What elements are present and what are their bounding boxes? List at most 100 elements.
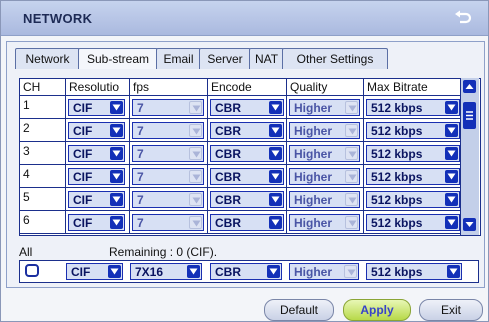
tab-sub-stream[interactable]: Sub-stream [78,48,158,69]
bitrate-select[interactable]: 512 kbps [366,214,460,231]
all-quality-value: Higher [294,265,333,279]
quality-select[interactable]: Higher [289,214,360,231]
chevron-down-icon [269,193,282,206]
tab-other-settings[interactable]: Other Settings [282,48,388,69]
chevron-down-icon [108,265,121,278]
quality-select[interactable]: Higher [289,145,360,162]
encode-select[interactable]: CBR [210,214,284,231]
encode-select[interactable]: CBR [210,99,284,116]
encode-value: CBR [215,101,241,115]
tab-email[interactable]: Email [156,48,201,69]
bitrate-value: 512 kbps [371,216,423,230]
exit-button[interactable]: Exit [419,299,483,321]
tab-network[interactable]: Network [15,48,80,69]
channel-number: 3 [23,144,30,158]
scroll-thumb[interactable] [463,102,476,129]
bitrate-select[interactable]: 512 kbps [366,191,460,208]
resolution-select[interactable]: CIF [68,122,125,139]
table-scrollbar[interactable] [460,78,479,235]
quality-select[interactable]: Higher [289,99,360,116]
scroll-up-icon[interactable] [463,80,476,93]
chevron-down-icon [110,124,123,137]
all-fps-value: 7X16 [135,265,164,279]
bitrate-select[interactable]: 512 kbps [366,122,460,139]
resolution-value: CIF [73,193,93,207]
encode-select[interactable]: CBR [210,145,284,162]
all-resolution-value: CIF [71,265,91,279]
fps-select[interactable]: 7 [132,99,204,116]
table-cell: 6 [20,211,66,234]
chevron-down-icon [189,170,202,183]
chevron-down-icon [269,124,282,137]
quality-value: Higher [294,124,333,138]
channel-number: 5 [23,190,30,204]
fps-value: 7 [137,101,144,115]
column-header-fps: fps [130,79,208,96]
encode-value: CBR [215,124,241,138]
chevron-down-icon [110,216,123,229]
bitrate-select[interactable]: 512 kbps [366,99,460,116]
fps-select[interactable]: 7 [132,191,204,208]
chevron-down-icon [189,124,202,137]
resolution-select[interactable]: CIF [68,214,125,231]
fps-select[interactable]: 7 [132,214,204,231]
window-title: NETWORK [23,11,93,26]
resolution-select[interactable]: CIF [68,168,125,185]
chevron-down-icon [187,265,200,278]
chevron-down-icon [345,193,358,206]
scroll-down-icon[interactable] [463,218,476,231]
quality-select[interactable]: Higher [289,122,360,139]
chevron-down-icon [110,101,123,114]
all-fps-select[interactable]: 7X16 [130,263,202,280]
bitrate-select[interactable]: 512 kbps [366,168,460,185]
all-bitrate-select[interactable]: 512 kbps [366,263,462,280]
table-cell: 1 [20,96,66,119]
all-encode-value: CBR [215,265,241,279]
all-label: All [19,245,33,259]
chevron-down-icon [189,101,202,114]
bitrate-select[interactable]: 512 kbps [366,145,460,162]
encode-value: CBR [215,216,241,230]
bitrate-value: 512 kbps [371,170,423,184]
chevron-down-icon [445,124,458,137]
channel-number: 4 [23,167,30,181]
resolution-select[interactable]: CIF [68,145,125,162]
tab-server[interactable]: Server [199,48,251,69]
all-resolution-select[interactable]: CIF [66,263,123,280]
all-quality-select[interactable]: Higher [289,263,359,280]
quality-select[interactable]: Higher [289,191,360,208]
resolution-value: CIF [73,124,93,138]
chevron-down-icon [189,193,202,206]
fps-select[interactable]: 7 [132,145,204,162]
resolution-select[interactable]: CIF [68,99,125,116]
encode-select[interactable]: CBR [210,122,284,139]
chevron-down-icon [110,193,123,206]
column-header-quality: Quality [287,79,364,96]
network-window: NETWORK Network Sub-stream Email Server … [0,0,489,322]
quality-select[interactable]: Higher [289,168,360,185]
chevron-down-icon [267,265,280,278]
resolution-value: CIF [73,101,93,115]
chevron-down-icon [345,147,358,160]
apply-button[interactable]: Apply [343,299,411,321]
bitrate-value: 512 kbps [371,101,423,115]
column-header-encode: Encode [208,79,287,96]
bitrate-value: 512 kbps [371,124,423,138]
chevron-down-icon [269,216,282,229]
encode-select[interactable]: CBR [210,168,284,185]
resolution-value: CIF [73,147,93,161]
table-cell: 2 [20,119,66,142]
all-checkbox[interactable] [25,264,39,277]
encode-select[interactable]: CBR [210,191,284,208]
fps-value: 7 [137,216,144,230]
quality-value: Higher [294,193,333,207]
chevron-down-icon [269,147,282,160]
tab-nat[interactable]: NAT [249,48,284,69]
fps-select[interactable]: 7 [132,122,204,139]
resolution-select[interactable]: CIF [68,191,125,208]
return-arrow-icon[interactable] [452,7,474,29]
default-button[interactable]: Default [264,299,334,321]
fps-select[interactable]: 7 [132,168,204,185]
all-encode-select[interactable]: CBR [210,263,282,280]
column-header-max-bitrate: Max Bitrate [364,79,461,96]
